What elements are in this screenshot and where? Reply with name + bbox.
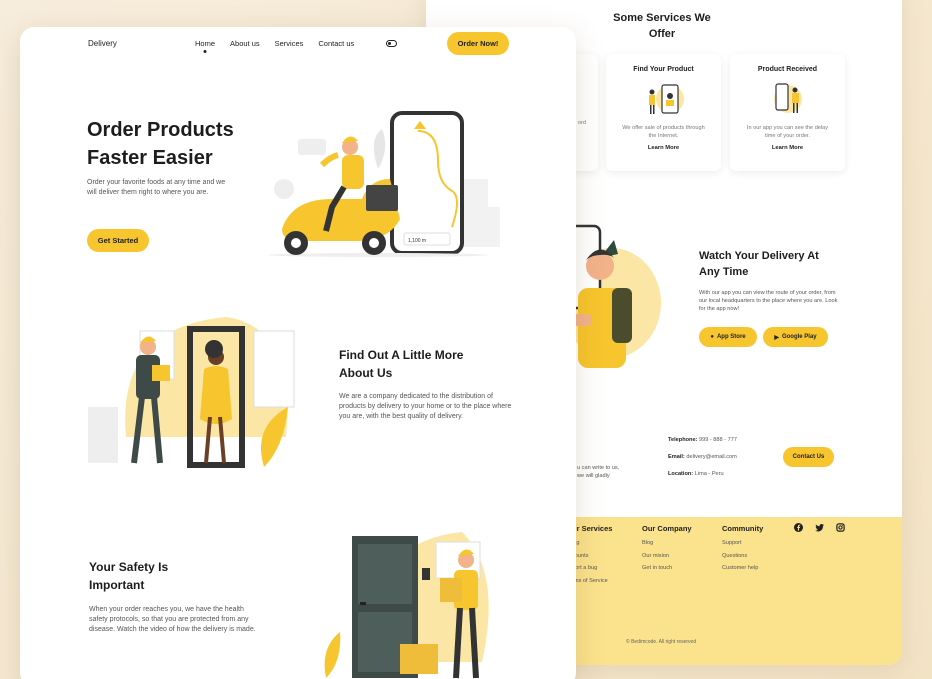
- footer-col-company: Our Company Blog Our mision Get in touch: [642, 525, 692, 577]
- service-card-product-received: Product Received In our app you can see …: [730, 54, 845, 171]
- contact-us-button[interactable]: Contact Us: [783, 447, 834, 467]
- about-text: We are a company dedicated to the distri…: [339, 393, 512, 420]
- footer-link[interactable]: rms of Service: [572, 577, 612, 585]
- email-label: Email:: [668, 454, 685, 460]
- facebook-icon[interactable]: [794, 523, 803, 534]
- nav-link-services[interactable]: Services: [275, 39, 304, 48]
- contact-info: Telephone: 999 - 888 - 777 Email: delive…: [668, 436, 737, 485]
- safety-title: Your Safety Is Important: [89, 560, 169, 592]
- google-play-label: Google Play: [781, 334, 817, 340]
- footer-link[interactable]: Questions: [722, 552, 763, 560]
- product-received-illustration: [730, 81, 845, 117]
- copyright: © Bedimcode. All right reserved: [626, 639, 697, 645]
- location-label: Location:: [668, 471, 694, 477]
- footer-col-title: Community: [722, 524, 764, 533]
- order-now-button[interactable]: Order Now!: [447, 32, 509, 55]
- app-store-button[interactable]: ● App Store: [699, 327, 757, 347]
- footer-link[interactable]: counts: [572, 552, 612, 560]
- service-card-text: In our app you can see the delay time of…: [746, 125, 829, 139]
- services-title: Some Services We Offer: [613, 12, 711, 40]
- learn-more-link[interactable]: Learn More: [730, 145, 845, 151]
- learn-more-link[interactable]: Learn More: [606, 145, 721, 151]
- footer-link[interactable]: Our mision: [642, 552, 692, 560]
- delivery-door-illustration: [86, 317, 296, 482]
- footer-col-title: Our Company: [642, 524, 692, 533]
- footer-link[interactable]: port a bug: [572, 564, 612, 572]
- location-value: Lima - Peru: [694, 471, 724, 477]
- logo[interactable]: Delivery: [88, 39, 117, 48]
- service-card-title: Find Your Product: [633, 66, 694, 73]
- footer-link[interactable]: Get in touch: [642, 564, 692, 572]
- google-play-button[interactable]: ▶ Google Play: [763, 327, 828, 347]
- twitter-icon[interactable]: [815, 523, 824, 534]
- footer-col-services: ur Services ing counts port a bug rms of…: [572, 525, 612, 589]
- instagram-icon[interactable]: [836, 523, 845, 534]
- service-card-partial-text: ord: [577, 120, 586, 126]
- email-value: delivery@email.com: [686, 454, 737, 460]
- front-page: Delivery Home About us Services Contact …: [20, 27, 576, 679]
- service-card-text: We offer sale of products through the In…: [622, 125, 705, 139]
- footer-link[interactable]: ing: [572, 539, 612, 547]
- footer-link[interactable]: Customer help: [722, 564, 763, 572]
- service-card-title: Product Received: [757, 66, 818, 73]
- about-title: Find Out A Little More About Us: [339, 348, 464, 380]
- footer-col-community: Community Support Questions Customer hel…: [722, 525, 763, 577]
- telephone-label: Telephone:: [668, 437, 698, 443]
- watch-text: With our app you can view the route of y…: [699, 290, 838, 312]
- nav-link-about[interactable]: About us: [230, 39, 260, 48]
- theme-toggle-icon[interactable]: [386, 40, 397, 47]
- hero-text: Order your favorite foods at any time an…: [87, 179, 226, 196]
- watch-title: Watch Your Delivery At Any Time: [699, 250, 819, 278]
- footer-link[interactable]: Blog: [642, 539, 692, 547]
- apple-icon: ●: [710, 334, 714, 340]
- safety-text: When your order reaches you, we have the…: [89, 606, 256, 633]
- get-started-button[interactable]: Get Started: [87, 229, 149, 252]
- find-product-illustration: [606, 81, 721, 117]
- app-store-label: App Store: [716, 334, 746, 340]
- delivery-scooter-illustration: 1,100 m: [268, 109, 508, 264]
- hero-title: Order Products Faster Easier: [87, 119, 234, 169]
- nav-link-contact[interactable]: Contact us: [318, 39, 354, 48]
- map-distance: 1,100 m: [408, 238, 426, 244]
- play-icon: ▶: [774, 334, 779, 341]
- navbar: Delivery Home About us Services Contact …: [20, 27, 576, 61]
- contact-text: u can write to us, we will gladly: [577, 465, 620, 479]
- footer-col-title: ur Services: [572, 524, 613, 533]
- telephone-value: 999 - 888 - 777: [698, 437, 737, 443]
- safe-delivery-illustration: [312, 532, 492, 679]
- nav-link-home[interactable]: Home: [195, 39, 215, 48]
- footer-link[interactable]: Support: [722, 539, 763, 547]
- nav-links: Home About us Services Contact us: [195, 39, 354, 48]
- service-card-find-product: Find Your Product We offer sale of produ…: [606, 54, 721, 171]
